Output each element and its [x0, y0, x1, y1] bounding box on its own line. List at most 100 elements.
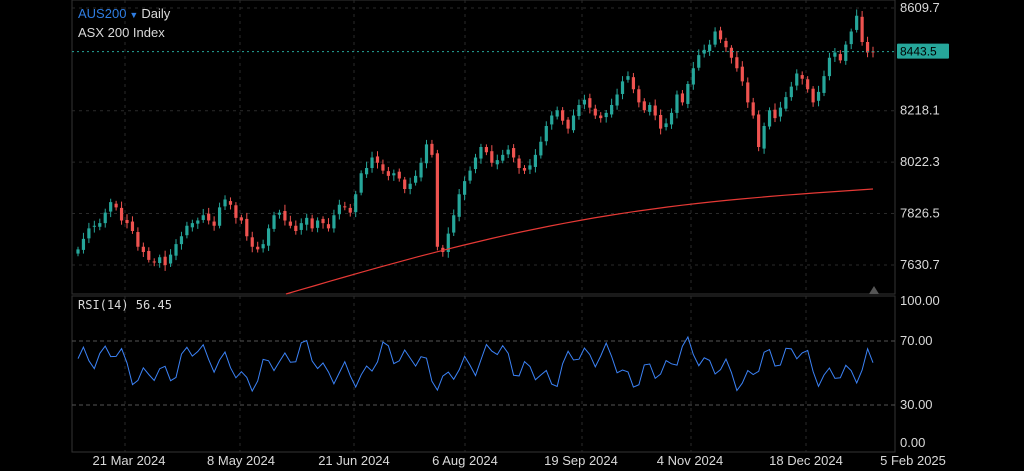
current-price-value: 8443.5 — [900, 45, 937, 59]
candle-body — [424, 144, 429, 164]
candle-body — [517, 158, 521, 168]
candle-body — [615, 94, 619, 106]
candle-body — [718, 30, 723, 40]
scroll-marker-icon[interactable] — [869, 286, 879, 294]
candle-body — [228, 201, 233, 205]
candle-body — [838, 54, 842, 61]
candle-body — [283, 211, 287, 221]
candle-body — [386, 171, 390, 176]
candle-body — [136, 232, 140, 247]
candle-body — [473, 157, 478, 170]
candle-body — [855, 15, 859, 30]
candle-body — [98, 223, 102, 227]
candle-body — [343, 206, 347, 208]
candle-body — [119, 207, 124, 221]
candle-body — [217, 207, 222, 226]
candle-body — [757, 114, 761, 147]
candle-body — [375, 156, 380, 163]
candle-body — [708, 44, 712, 51]
candle-body — [76, 249, 80, 254]
candle-body — [250, 237, 254, 247]
candle-body — [599, 115, 603, 119]
rsi-pane-border — [71, 295, 896, 453]
candle-body — [174, 244, 178, 256]
candle-body — [571, 115, 576, 131]
candle-body — [354, 194, 358, 213]
candle-body — [746, 82, 750, 103]
candle-body — [147, 250, 151, 260]
candle-body — [860, 16, 864, 42]
candle-body — [288, 221, 292, 226]
candle-body — [849, 31, 853, 45]
candle-body — [691, 68, 695, 85]
candle-body — [648, 105, 652, 112]
candle-body — [315, 220, 320, 228]
rsi-tick-label: 70.00 — [900, 333, 933, 348]
candle-body — [631, 77, 636, 90]
candle-body — [582, 99, 587, 105]
candle-body — [463, 181, 467, 195]
time-tick-label: 21 Mar 2024 — [93, 453, 166, 468]
candle-body — [87, 228, 91, 239]
candle-body — [381, 164, 385, 171]
rsi-indicator-label: RSI(14) 56.45 — [78, 298, 172, 312]
trading-chart[interactable]: 8443.5 8609.7 8218.1 8022.3 7826.5 7630.7 10… — [0, 0, 1024, 471]
candle-body — [484, 147, 488, 153]
symbol-name[interactable]: AUS200 — [78, 6, 126, 21]
time-axis: 21 Mar 2024 8 May 2024 21 Jun 2024 6 Aug 20… — [93, 453, 946, 468]
timeframe-label[interactable]: Daily — [141, 6, 170, 21]
time-tick-label: 4 Nov 2024 — [657, 453, 724, 468]
candle-body — [234, 205, 238, 218]
candle-body — [844, 44, 848, 61]
candle-body — [713, 31, 717, 45]
candle-body — [408, 183, 412, 189]
candle-body — [81, 238, 86, 250]
candle-body — [479, 147, 483, 159]
candle-body — [337, 204, 341, 215]
candle-body — [256, 246, 260, 250]
candle-body — [724, 40, 728, 48]
time-tick-label: 21 Jun 2024 — [318, 453, 390, 468]
candle-body — [430, 143, 434, 155]
time-tick-label: 8 May 2024 — [207, 453, 275, 468]
rsi-tick-label: 100.00 — [900, 293, 940, 308]
candle-body — [321, 218, 325, 224]
candle-body — [593, 108, 597, 116]
candle-body — [501, 154, 505, 161]
candle-body — [490, 151, 494, 163]
candle-body — [789, 86, 793, 98]
candle-body — [773, 109, 777, 119]
candle-body — [795, 73, 799, 86]
candle-body — [827, 57, 832, 77]
candle-body — [833, 52, 837, 57]
candle-body — [364, 168, 369, 175]
price-axis: 8609.7 8218.1 8022.3 7826.5 7630.7 — [900, 0, 940, 272]
candle-body — [125, 219, 129, 224]
candle-body — [506, 149, 510, 155]
candle-body — [179, 236, 184, 245]
candle-body — [800, 75, 804, 79]
candle-body — [261, 244, 265, 249]
candle-body — [305, 217, 309, 225]
time-tick-label: 5 Feb 2025 — [880, 453, 946, 468]
candle-body — [806, 79, 810, 90]
candle-body — [196, 220, 200, 224]
rsi-tick-label: 30.00 — [900, 397, 933, 412]
candle-body — [735, 57, 739, 69]
candle-body — [207, 213, 211, 221]
candle-body — [675, 94, 679, 113]
candle-body — [528, 165, 532, 170]
candle-body — [266, 228, 271, 246]
candle-body — [697, 55, 701, 68]
candle-body — [201, 215, 205, 220]
price-tick-label: 7630.7 — [900, 257, 940, 272]
price-tick-label: 8218.1 — [900, 103, 940, 118]
candle-body — [811, 88, 815, 103]
candle-body — [642, 101, 646, 111]
caret-down-icon[interactable]: ▼ — [129, 10, 138, 20]
candle-body — [522, 168, 527, 171]
candle-body — [370, 157, 374, 168]
candle-body — [277, 212, 282, 215]
candle-body — [457, 194, 461, 217]
candle-body — [359, 173, 363, 193]
